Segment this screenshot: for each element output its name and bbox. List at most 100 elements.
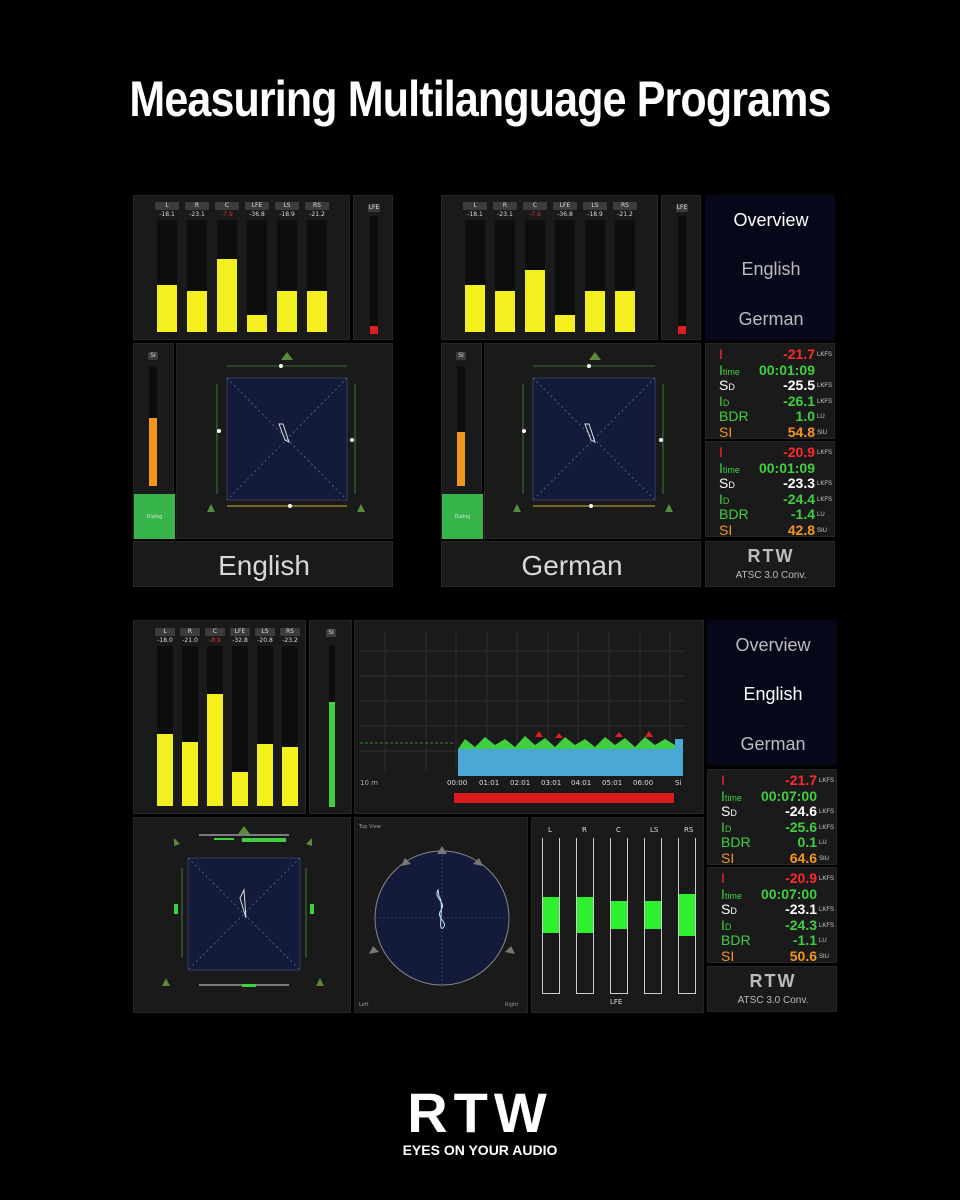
meter-bar-lfe	[247, 315, 267, 332]
stat-label-si: SI	[721, 849, 735, 866]
stat-unit: LU	[819, 938, 827, 944]
stat-label-sd: SD	[721, 901, 737, 917]
device-name-tr: ATSC 3.0 Conv.	[735, 570, 807, 581]
stat-label-itime: Itime	[721, 885, 742, 902]
meter-bar-l	[465, 285, 485, 332]
channel-tag-lfe: LFE	[230, 628, 250, 636]
meter-bar-r	[187, 291, 207, 332]
stat-label-itime: Itime	[719, 459, 740, 476]
channel-tag-lfe: LFE	[245, 202, 269, 210]
channel-value-ls: -20.8	[257, 637, 273, 644]
program-menu-b: Overview English German	[707, 620, 837, 765]
meter-bar-r	[182, 742, 198, 806]
stat-value-si: 42.8	[787, 521, 815, 538]
stat-value-id: -24.3	[785, 916, 817, 933]
stat-label-sd: SD	[719, 377, 735, 393]
channel-value-c: -8.9	[209, 637, 221, 644]
stat-unit: SIU	[819, 953, 830, 960]
stat-value-si: 54.8	[787, 423, 815, 440]
mic-label-c: C	[616, 826, 621, 834]
stat-label-bdr: BDR	[719, 506, 749, 522]
menu-overview-tr[interactable]: Overview	[706, 210, 836, 231]
meter-bar-c	[207, 694, 223, 806]
stat-label-id: ID	[721, 818, 732, 835]
channel-tag-l: L	[463, 202, 487, 210]
mic-label-l: L	[548, 826, 552, 834]
menu-german-tr[interactable]: German	[706, 309, 836, 330]
si-bar-tr	[457, 432, 465, 486]
channel-value-c: -7.9	[529, 211, 541, 218]
surround-panel-tr	[484, 343, 701, 539]
stat-unit: LKFS	[819, 778, 835, 784]
channel-tag-ls: LS	[275, 202, 299, 210]
stat-label-i: I	[719, 346, 723, 362]
stat-value-bdr: -1.4	[790, 506, 815, 522]
meter-bar-rs	[282, 747, 298, 806]
menu-overview-b[interactable]: Overview	[708, 635, 838, 656]
footer-tagline: EYES ON YOUR AUDIO	[402, 1142, 558, 1158]
stat-unit: LKFS	[817, 481, 833, 487]
stat-unit: LKFS	[817, 352, 833, 358]
stat-unit: LKFS	[819, 922, 835, 929]
stat-value-itime: 00:01:09	[758, 459, 815, 476]
stat-value-bdr: 1.0	[795, 408, 815, 424]
mic-level-c	[611, 901, 627, 929]
stat-value-id: -25.6	[785, 818, 817, 835]
mic-level-ls	[645, 901, 661, 929]
mic-label-r: R	[582, 826, 587, 834]
meter-bar-rs	[307, 291, 327, 332]
si-bar-b	[329, 702, 335, 807]
stat-label-id: ID	[721, 916, 732, 933]
channel-value-l: -18.1	[467, 211, 483, 218]
channel-tag-ls: LS	[583, 202, 607, 210]
mic-level-r	[577, 897, 593, 933]
menu-english-tr[interactable]: English	[706, 259, 836, 280]
meter-bar-rs	[615, 291, 635, 332]
channel-value-r: -21.0	[182, 637, 198, 644]
mic-panel-b: L R C LS RS LFE	[531, 817, 704, 1013]
menu-english-b[interactable]: English	[708, 684, 838, 705]
channel-value-l: -18.1	[159, 211, 175, 218]
stat-value-i: -21.7	[783, 346, 815, 362]
channel-value-ls: -18.9	[587, 211, 603, 218]
device-name-b: ATSC 3.0 Conv.	[737, 995, 809, 1006]
stat-label-i: I	[721, 870, 725, 886]
stat-value-sd: -24.6	[785, 803, 817, 819]
stat-label-bdr: BDR	[721, 834, 751, 850]
channel-tag-c: C	[523, 202, 547, 210]
stat-unit: SIU	[817, 429, 828, 436]
channel-tag-r: R	[185, 202, 209, 210]
surround-scope-b	[162, 826, 324, 987]
stat-label-sd: SD	[719, 475, 735, 491]
si-bar-tl	[149, 418, 157, 486]
channel-tag-lfe: LFE	[553, 202, 577, 210]
stat-label-id: ID	[719, 490, 730, 507]
surround-scope-tr	[513, 352, 673, 512]
stat-unit: SIU	[817, 527, 828, 534]
stat-value-bdr: 0.1	[797, 834, 817, 850]
si-panel-tr: SI Dialog	[441, 343, 483, 539]
si-panel-tl: SI Dialog	[133, 343, 175, 539]
stat-unit: LKFS	[819, 876, 835, 882]
channel-tag-r: R	[180, 628, 200, 636]
stat-label-i: I	[719, 444, 723, 460]
channel-tag-c: C	[215, 202, 239, 210]
meter-bar-l	[157, 734, 173, 806]
rtw-logo-small-b: RTW	[749, 971, 797, 991]
channel-value-l: -18.0	[157, 637, 173, 644]
meter-bar-lfe	[232, 772, 248, 806]
stat-value-i: -20.9	[785, 870, 817, 886]
meter-bar-ls	[257, 744, 273, 806]
dialog-button-tr[interactable]: Dialog	[442, 494, 483, 539]
stat-value-sd: -23.3	[783, 475, 815, 491]
menu-german-b[interactable]: German	[708, 734, 838, 755]
channel-value-c: -7.9	[221, 211, 233, 218]
device-panel-b: RTW ATSC 3.0 Conv.	[707, 966, 837, 1012]
stat-label-si: SI	[719, 423, 733, 440]
channel-tag-l: L	[155, 628, 175, 636]
mic-level-l	[543, 897, 559, 933]
stat-label-bdr: BDR	[721, 932, 751, 948]
meter-bar-c	[525, 270, 545, 332]
page-title: Measuring Multilanguage Programs	[129, 71, 831, 127]
dialog-button-tl[interactable]: Dialog	[134, 494, 175, 539]
